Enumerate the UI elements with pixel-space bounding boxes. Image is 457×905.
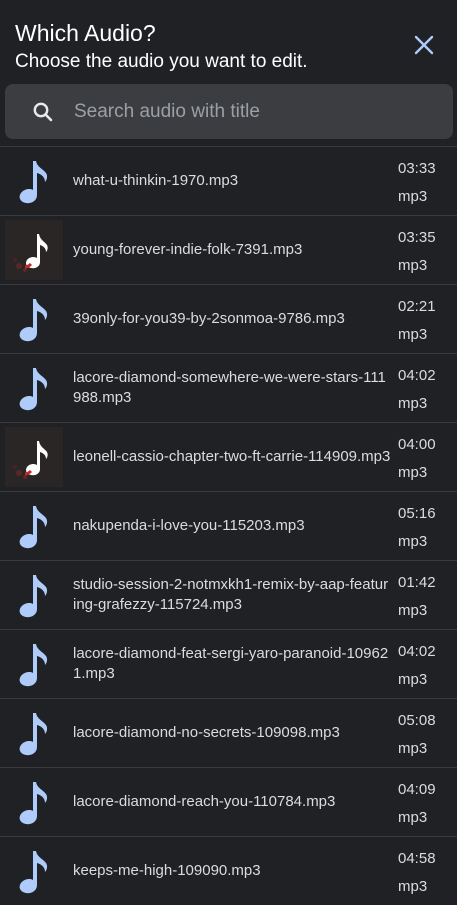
audio-title: 39only-for-you39-by-2sonmoa-9786.mp3 bbox=[73, 310, 345, 327]
album-art-icon bbox=[5, 427, 63, 487]
album-art-icon bbox=[5, 220, 63, 280]
file-extension: mp3 bbox=[398, 464, 428, 481]
dialog-header: Which Audio? Choose the audio you want t… bbox=[15, 18, 442, 74]
dialog-subtitle: Choose the audio you want to edit. bbox=[15, 51, 308, 72]
file-extension: mp3 bbox=[398, 257, 428, 274]
duration-time: 04:02 bbox=[398, 643, 436, 660]
audio-duration: 04:00 mp3 bbox=[398, 431, 448, 487]
audio-title: lacore-diamond-reach-you-110784.mp3 bbox=[73, 793, 336, 810]
duration-time: 04:09 bbox=[398, 781, 436, 798]
search-icon bbox=[33, 102, 53, 121]
audio-list-item[interactable]: 39only-for-you39-by-2sonmoa-9786.mp3 02:2… bbox=[0, 284, 457, 353]
file-extension: mp3 bbox=[398, 533, 428, 550]
music-note-icon bbox=[5, 703, 63, 763]
audio-duration: 04:02 mp3 bbox=[398, 638, 448, 694]
audio-title: nakupenda-i-love-you-115203.mp3 bbox=[73, 517, 305, 534]
file-extension: mp3 bbox=[398, 602, 428, 619]
audio-list-item[interactable]: lacore-diamond-no-secrets-109098.mp3 05:0… bbox=[0, 698, 457, 767]
audio-duration: 03:33 mp3 bbox=[398, 155, 448, 211]
duration-time: 05:16 bbox=[398, 505, 436, 522]
dialog-title: Which Audio? bbox=[15, 20, 156, 46]
file-extension: mp3 bbox=[398, 326, 428, 343]
audio-duration: 04:09 mp3 bbox=[398, 776, 448, 832]
file-extension: mp3 bbox=[398, 878, 428, 895]
duration-time: 05:08 bbox=[398, 712, 436, 729]
file-extension: mp3 bbox=[398, 395, 428, 412]
audio-list-item[interactable]: lacore-diamond-somewhere-we-were-stars-1… bbox=[0, 353, 457, 422]
audio-list-item[interactable]: young-forever-indie-folk-7391.mp3 03:35 mp… bbox=[0, 215, 457, 284]
music-note-icon bbox=[5, 634, 63, 694]
audio-title: keeps-me-high-109090.mp3 bbox=[73, 862, 261, 879]
audio-title: lacore-diamond-somewhere-we-were-stars-1… bbox=[73, 369, 386, 406]
audio-list-item[interactable]: lacore-diamond-feat-sergi-yaro-paranoid-… bbox=[0, 629, 457, 698]
audio-list: what-u-thinkin-1970.mp3 03:33 mp3 young-for… bbox=[0, 146, 457, 905]
audio-list-item[interactable]: keeps-me-high-109090.mp3 04:58 mp3 bbox=[0, 836, 457, 905]
audio-duration: 04:02 mp3 bbox=[398, 362, 448, 418]
close-icon[interactable] bbox=[413, 34, 435, 56]
search-bar[interactable] bbox=[5, 84, 453, 139]
duration-time: 04:00 bbox=[398, 436, 436, 453]
audio-duration: 04:58 mp3 bbox=[398, 845, 448, 901]
audio-title: lacore-diamond-no-secrets-109098.mp3 bbox=[73, 724, 340, 741]
music-note-icon bbox=[5, 358, 63, 418]
audio-duration: 02:21 mp3 bbox=[398, 293, 448, 349]
music-note-icon bbox=[5, 496, 63, 556]
duration-time: 04:58 bbox=[398, 850, 436, 867]
audio-duration: 03:35 mp3 bbox=[398, 224, 448, 280]
audio-list-item[interactable]: what-u-thinkin-1970.mp3 03:33 mp3 bbox=[0, 146, 457, 215]
file-extension: mp3 bbox=[398, 671, 428, 688]
music-note-icon bbox=[5, 289, 63, 349]
duration-time: 01:42 bbox=[398, 574, 436, 591]
audio-list-item[interactable]: leonell-cassio-chapter-two-ft-carrie-114… bbox=[0, 422, 457, 491]
audio-title: leonell-cassio-chapter-two-ft-carrie-114… bbox=[73, 448, 391, 465]
file-extension: mp3 bbox=[398, 188, 428, 205]
search-input[interactable] bbox=[72, 99, 453, 124]
audio-list-item[interactable]: nakupenda-i-love-you-115203.mp3 05:16 mp3 bbox=[0, 491, 457, 560]
duration-time: 03:33 bbox=[398, 160, 436, 177]
audio-title: lacore-diamond-feat-sergi-yaro-paranoid-… bbox=[73, 645, 389, 682]
audio-title: what-u-thinkin-1970.mp3 bbox=[73, 172, 239, 189]
duration-time: 04:02 bbox=[398, 367, 436, 384]
file-extension: mp3 bbox=[398, 740, 428, 757]
audio-list-item[interactable]: lacore-diamond-reach-you-110784.mp3 04:09… bbox=[0, 767, 457, 836]
audio-duration: 05:08 mp3 bbox=[398, 707, 448, 763]
duration-time: 02:21 bbox=[398, 298, 436, 315]
audio-duration: 01:42 mp3 bbox=[398, 569, 448, 625]
audio-title: studio-session-2-notmxkh1-remix-by-aap-f… bbox=[73, 576, 389, 613]
music-note-icon bbox=[5, 841, 63, 901]
music-note-icon bbox=[5, 772, 63, 832]
audio-list-item[interactable]: studio-session-2-notmxkh1-remix-by-aap-f… bbox=[0, 560, 457, 629]
music-note-icon bbox=[5, 151, 63, 211]
music-note-icon bbox=[5, 565, 63, 625]
audio-title: young-forever-indie-folk-7391.mp3 bbox=[73, 241, 303, 258]
audio-duration: 05:16 mp3 bbox=[398, 500, 448, 556]
file-extension: mp3 bbox=[398, 809, 428, 826]
duration-time: 03:35 bbox=[398, 229, 436, 246]
